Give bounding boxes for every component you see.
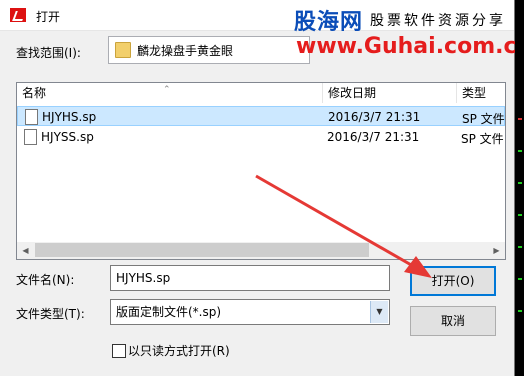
lookin-label: 查找范围(I):: [16, 46, 81, 60]
lookin-value: 麟龙操盘手黄金眼: [137, 44, 234, 58]
watermark: 股海网 股票软件资源分享 www.Guhai.com.cn: [288, 0, 524, 70]
open-button[interactable]: 打开(O): [410, 266, 496, 296]
filename-label: 文件名(N):: [16, 273, 75, 287]
file-row[interactable]: HJYSS.sp 2016/3/7 21:31 SP 文件: [17, 127, 505, 147]
chart-tick: [518, 150, 522, 152]
chart-tick: [518, 310, 522, 312]
column-header-date[interactable]: 修改日期: [323, 83, 457, 103]
app-logo-icon: [10, 8, 26, 22]
file-type: SP 文件: [461, 132, 504, 146]
readonly-label: 以只读方式打开(R): [128, 344, 230, 358]
column-header-type[interactable]: 类型: [457, 83, 505, 103]
file-name: HJYHS.sp: [42, 110, 97, 124]
filetype-select[interactable]: 版面定制文件(*.sp) ▼: [110, 299, 390, 325]
file-list[interactable]: 名称 ⌃ 修改日期 类型 HJYHS.sp 2016/3/7 21:31 SP …: [16, 82, 506, 260]
column-header-name[interactable]: 名称 ⌃: [17, 83, 323, 103]
watermark-url: www.Guhai.com.cn: [296, 34, 524, 59]
window-title: 打开: [36, 10, 61, 24]
chart-tick: [518, 246, 522, 248]
watermark-logo: 股海网: [294, 9, 364, 35]
horizontal-scrollbar[interactable]: ◀ ▶: [17, 242, 505, 259]
cancel-button[interactable]: 取消: [410, 306, 496, 336]
filename-input[interactable]: HJYHS.sp: [110, 265, 390, 291]
chart-tick: [518, 182, 522, 184]
chart-tick: [518, 278, 522, 280]
scroll-thumb[interactable]: [35, 243, 369, 257]
chart-tick: [518, 214, 522, 216]
file-icon: [24, 129, 37, 145]
folder-icon: [115, 42, 131, 58]
readonly-checkbox[interactable]: [112, 344, 126, 358]
file-date: 2016/3/7 21:31: [328, 110, 421, 124]
column-header-name-label: 名称: [22, 86, 47, 100]
file-type: SP 文件: [462, 112, 505, 126]
scroll-left-icon[interactable]: ◀: [17, 242, 34, 259]
filetype-label: 文件类型(T):: [16, 307, 85, 321]
file-row[interactable]: HJYHS.sp 2016/3/7 21:31 SP 文件: [17, 106, 505, 126]
watermark-tagline: 股票软件资源分享: [370, 13, 506, 29]
scroll-right-icon[interactable]: ▶: [488, 242, 505, 259]
chart-tick: [518, 118, 522, 120]
chevron-down-icon[interactable]: ▼: [370, 301, 388, 323]
lookin-dropdown[interactable]: 麟龙操盘手黄金眼: [108, 36, 310, 64]
background-chart-strip: [515, 0, 524, 376]
sort-ascending-icon: ⌃: [163, 85, 171, 95]
file-icon: [25, 109, 38, 125]
bottom-edge: [0, 366, 514, 376]
file-date: 2016/3/7 21:31: [327, 130, 420, 144]
file-name: HJYSS.sp: [41, 130, 94, 144]
filetype-value: 版面定制文件(*.sp): [116, 305, 222, 319]
